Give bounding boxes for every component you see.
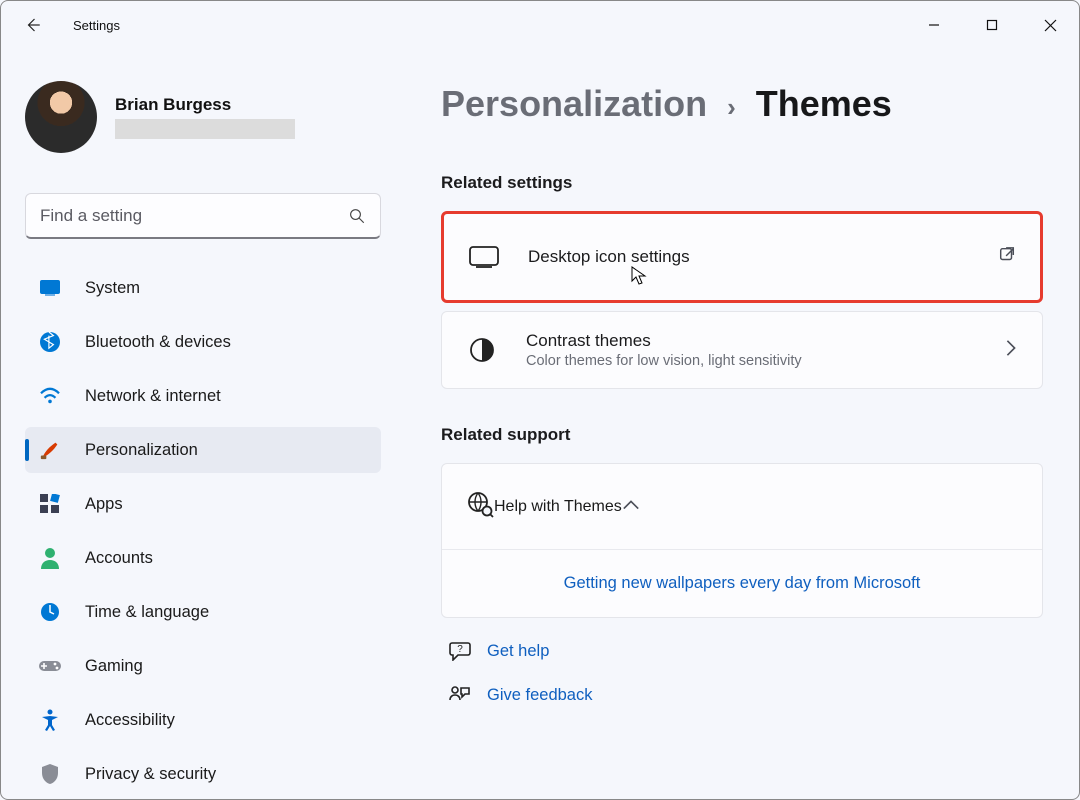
maximize-icon — [986, 19, 998, 31]
nav-label: Privacy & security — [85, 765, 216, 784]
svg-text:?: ? — [457, 644, 463, 655]
nav-accessibility[interactable]: Accessibility — [25, 697, 381, 743]
clock-globe-icon — [37, 599, 63, 625]
back-button[interactable] — [9, 1, 57, 49]
section-related-settings: Related settings — [441, 173, 1043, 193]
search-icon — [348, 207, 366, 225]
card-title: Contrast themes — [526, 331, 1004, 351]
breadcrumb: Personalization › Themes — [441, 83, 1043, 125]
card-title: Desktop icon settings — [528, 247, 998, 267]
wifi-icon — [37, 383, 63, 409]
breadcrumb-current: Themes — [756, 83, 892, 125]
user-block[interactable]: Brian Burgess — [25, 81, 381, 153]
wallpaper-link[interactable]: Getting new wallpapers every day from Mi… — [564, 574, 921, 592]
nav-bluetooth[interactable]: Bluetooth & devices — [25, 319, 381, 365]
shield-icon — [37, 761, 63, 787]
card-contrast-themes[interactable]: Contrast themes Color themes for low vis… — [441, 311, 1043, 389]
nav-label: Network & internet — [85, 387, 221, 406]
nav-label: Time & language — [85, 603, 209, 622]
card-subtitle: Color themes for low vision, light sensi… — [526, 353, 1004, 369]
help-card-header[interactable]: Help with Themes — [442, 464, 1042, 550]
nav-network[interactable]: Network & internet — [25, 373, 381, 419]
person-icon — [37, 545, 63, 571]
help-chat-icon: ? — [449, 640, 471, 662]
open-external-icon — [998, 246, 1016, 269]
nav-list: System Bluetooth & devices Network & int… — [25, 265, 381, 797]
avatar — [25, 81, 97, 153]
nav-time[interactable]: Time & language — [25, 589, 381, 635]
chevron-up-icon — [622, 498, 640, 516]
maximize-button[interactable] — [963, 5, 1021, 45]
chevron-right-icon — [1004, 339, 1018, 362]
title-bar: Settings — [1, 1, 1079, 49]
close-icon — [1044, 19, 1057, 32]
close-button[interactable] — [1021, 5, 1079, 45]
window-title: Settings — [73, 18, 120, 33]
nav-label: Gaming — [85, 657, 143, 676]
nav-system[interactable]: System — [25, 265, 381, 311]
help-card-body: Getting new wallpapers every day from Mi… — [442, 550, 1042, 617]
section-related-support: Related support — [441, 425, 1043, 445]
card-title: Help with Themes — [494, 498, 622, 516]
main-content: Personalization › Themes Related setting… — [401, 49, 1079, 800]
nav-label: Apps — [85, 495, 123, 514]
nav-label: System — [85, 279, 140, 298]
sidebar: Brian Burgess System Bluetooth & devices… — [1, 49, 401, 800]
contrast-icon — [466, 334, 498, 366]
minimize-button[interactable] — [905, 5, 963, 45]
globe-search-icon — [466, 490, 494, 523]
user-name: Brian Burgess — [115, 95, 295, 115]
nav-label: Accounts — [85, 549, 153, 568]
minimize-icon — [928, 19, 940, 31]
nav-label: Accessibility — [85, 711, 175, 730]
gamepad-icon — [37, 653, 63, 679]
nav-label: Bluetooth & devices — [85, 333, 231, 352]
chevron-right-icon: › — [727, 92, 736, 123]
arrow-left-icon — [24, 16, 42, 34]
card-help-with-themes: Help with Themes Getting new wallpapers … — [441, 463, 1043, 618]
nav-gaming[interactable]: Gaming — [25, 643, 381, 689]
window-controls — [905, 5, 1079, 45]
nav-label: Personalization — [85, 441, 198, 460]
system-icon — [37, 275, 63, 301]
desktop-icon — [468, 241, 500, 273]
user-email-redacted — [115, 119, 295, 139]
nav-privacy[interactable]: Privacy & security — [25, 751, 381, 797]
paintbrush-icon — [37, 437, 63, 463]
nav-apps[interactable]: Apps — [25, 481, 381, 527]
nav-accounts[interactable]: Accounts — [25, 535, 381, 581]
search-input[interactable] — [40, 206, 348, 226]
accessibility-icon — [37, 707, 63, 733]
nav-personalization[interactable]: Personalization — [25, 427, 381, 473]
give-feedback-row[interactable]: Give feedback — [449, 684, 1043, 706]
get-help-link[interactable]: Get help — [487, 642, 549, 661]
give-feedback-link[interactable]: Give feedback — [487, 686, 592, 705]
breadcrumb-parent[interactable]: Personalization — [441, 83, 707, 125]
bluetooth-icon — [37, 329, 63, 355]
feedback-icon — [449, 684, 471, 706]
apps-icon — [37, 491, 63, 517]
card-desktop-icon-settings[interactable]: Desktop icon settings — [441, 211, 1043, 303]
search-box[interactable] — [25, 193, 381, 239]
get-help-row[interactable]: ? Get help — [449, 640, 1043, 662]
